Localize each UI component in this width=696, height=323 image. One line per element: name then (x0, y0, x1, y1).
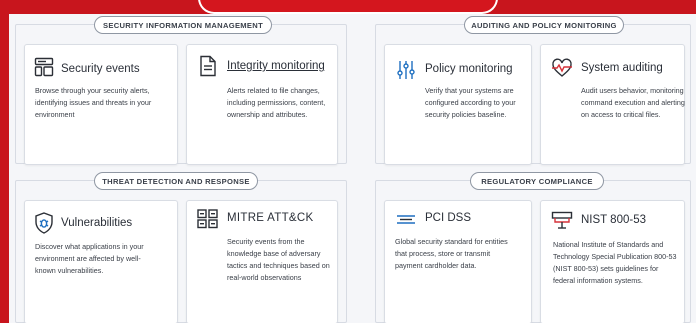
card-title: NIST 800-53 (581, 214, 646, 226)
card-title[interactable]: Integrity monitoring (227, 60, 325, 72)
monitor-icon (551, 210, 573, 232)
card-description: Alerts related to file changes, includin… (227, 86, 326, 119)
section-threat-detection-and-response: THREAT DETECTION AND RESPONSE Vulnerabil… (15, 172, 347, 323)
card-title: Security events (61, 63, 140, 75)
bug-shield-icon (33, 212, 55, 234)
overview-canvas: SECURITY INFORMATION MANAGEMENT Security… (9, 14, 696, 323)
section-title: THREAT DETECTION AND RESPONSE (94, 172, 258, 190)
section-title: AUDITING AND POLICY MONITORING (464, 16, 624, 34)
card-mitre-attack[interactable]: MITRE ATT&CK Security events from the kn… (186, 200, 338, 323)
card-title: System auditing (581, 62, 663, 74)
card-stack-icon (395, 208, 417, 230)
card-description: Browse through your security alerts, ide… (35, 86, 152, 119)
card-pci-dss[interactable]: PCI DSS Global security standard for ent… (384, 200, 532, 323)
document-icon (197, 55, 219, 77)
card-title: Vulnerabilities (61, 217, 133, 229)
dashboard-layout-icon (33, 56, 55, 78)
card-description: National Institute of Standards and Tech… (553, 240, 677, 285)
card-description: Verify that your systems are configured … (425, 86, 516, 119)
card-title: MITRE ATT&CK (227, 212, 314, 224)
section-security-information-management: SECURITY INFORMATION MANAGEMENT Security… (15, 16, 347, 165)
card-description: Global security standard for entities th… (395, 237, 508, 270)
card-security-events[interactable]: Security events Browse through your secu… (24, 44, 178, 165)
card-title: Policy monitoring (425, 63, 513, 75)
card-description: Security events from the knowledge base … (227, 237, 330, 282)
section-regulatory-compliance: REGULATORY COMPLIANCE PCI DSS Global sec… (375, 172, 691, 323)
card-nist-800-53[interactable]: NIST 800-53 National Institute of Standa… (540, 200, 685, 323)
heart-pulse-icon (551, 57, 573, 79)
card-policy-monitoring[interactable]: Policy monitoring Verify that your syste… (384, 44, 532, 165)
section-title: SECURITY INFORMATION MANAGEMENT (94, 16, 272, 34)
header-banner (198, 0, 498, 14)
matrix-grid-icon (197, 208, 219, 230)
card-vulnerabilities[interactable]: Vulnerabilities Discover what applicatio… (24, 200, 178, 323)
card-description: Audit users behavior, monitoring command… (581, 86, 685, 119)
card-title: PCI DSS (425, 212, 472, 224)
card-description: Discover what applications in your envir… (35, 242, 144, 275)
section-auditing-and-policy-monitoring: AUDITING AND POLICY MONITORING Policy mo… (375, 16, 691, 165)
section-title: REGULATORY COMPLIANCE (470, 172, 604, 190)
card-integrity-monitoring[interactable]: Integrity monitoring Alerts related to f… (186, 44, 338, 165)
card-system-auditing[interactable]: System auditing Audit users behavior, mo… (540, 44, 685, 165)
sliders-icon (395, 59, 417, 81)
